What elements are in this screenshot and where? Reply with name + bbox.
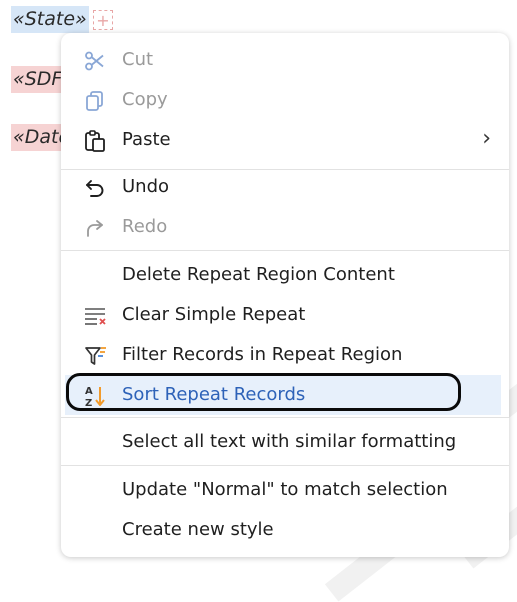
menu-separator bbox=[61, 250, 509, 251]
redo-icon bbox=[87, 220, 103, 237]
menu-item-paste[interactable]: Paste › bbox=[61, 120, 509, 160]
clear-list-icon bbox=[85, 308, 106, 325]
menu-item-cut[interactable]: Cut bbox=[61, 40, 509, 80]
svg-text:A: A bbox=[85, 386, 93, 397]
merge-field-sdf[interactable]: «SDF bbox=[11, 66, 65, 93]
chevron-right-icon: › bbox=[482, 126, 491, 151]
scissors-icon bbox=[85, 51, 104, 71]
undo-icon bbox=[86, 180, 104, 197]
menu-item-sort-repeat-records[interactable]: A Z Sort Repeat Records bbox=[65, 375, 501, 415]
menu-item-delete-repeat-region-content[interactable]: Delete Repeat Region Content bbox=[61, 255, 509, 295]
menu-item-create-new-style[interactable]: Create new style bbox=[61, 510, 509, 550]
add-field-icon[interactable]: + bbox=[93, 10, 113, 30]
clipboard-icon bbox=[85, 130, 105, 152]
menu-item-label: Update "Normal" to match selection bbox=[122, 479, 448, 500]
copy-icon bbox=[86, 91, 103, 111]
menu-item-label: Undo bbox=[122, 176, 170, 197]
menu-item-label: Delete Repeat Region Content bbox=[122, 264, 395, 285]
menu-separator bbox=[61, 465, 509, 466]
menu-item-label: Sort Repeat Records bbox=[122, 384, 306, 405]
menu-item-update-normal-style[interactable]: Update "Normal" to match selection bbox=[61, 470, 509, 510]
menu-item-label: Cut bbox=[122, 49, 154, 70]
context-menu: Cut Copy Paste › Undo Redo Delete Repeat… bbox=[61, 33, 509, 557]
menu-item-label: Clear Simple Repeat bbox=[122, 304, 306, 325]
menu-item-label: Copy bbox=[122, 89, 168, 110]
merge-field-state[interactable]: «State» bbox=[11, 6, 89, 33]
menu-item-label: Create new style bbox=[122, 519, 274, 540]
filter-icon bbox=[85, 347, 106, 365]
menu-item-label: Paste bbox=[122, 129, 171, 150]
sort-az-icon: A Z bbox=[85, 386, 105, 408]
menu-item-select-similar-formatting[interactable]: Select all text with similar formatting bbox=[61, 422, 509, 462]
menu-item-label: Filter Records in Repeat Region bbox=[122, 344, 403, 365]
svg-text:Z: Z bbox=[85, 398, 92, 408]
menu-item-filter-records[interactable]: Filter Records in Repeat Region bbox=[61, 335, 509, 375]
menu-item-undo[interactable]: Undo bbox=[61, 167, 509, 207]
menu-separator bbox=[61, 417, 509, 418]
menu-item-label: Redo bbox=[122, 216, 168, 237]
menu-item-copy[interactable]: Copy bbox=[61, 80, 509, 120]
menu-item-clear-simple-repeat[interactable]: Clear Simple Repeat bbox=[61, 295, 509, 335]
menu-item-redo[interactable]: Redo bbox=[61, 207, 509, 247]
menu-item-label: Select all text with similar formatting bbox=[122, 431, 457, 452]
